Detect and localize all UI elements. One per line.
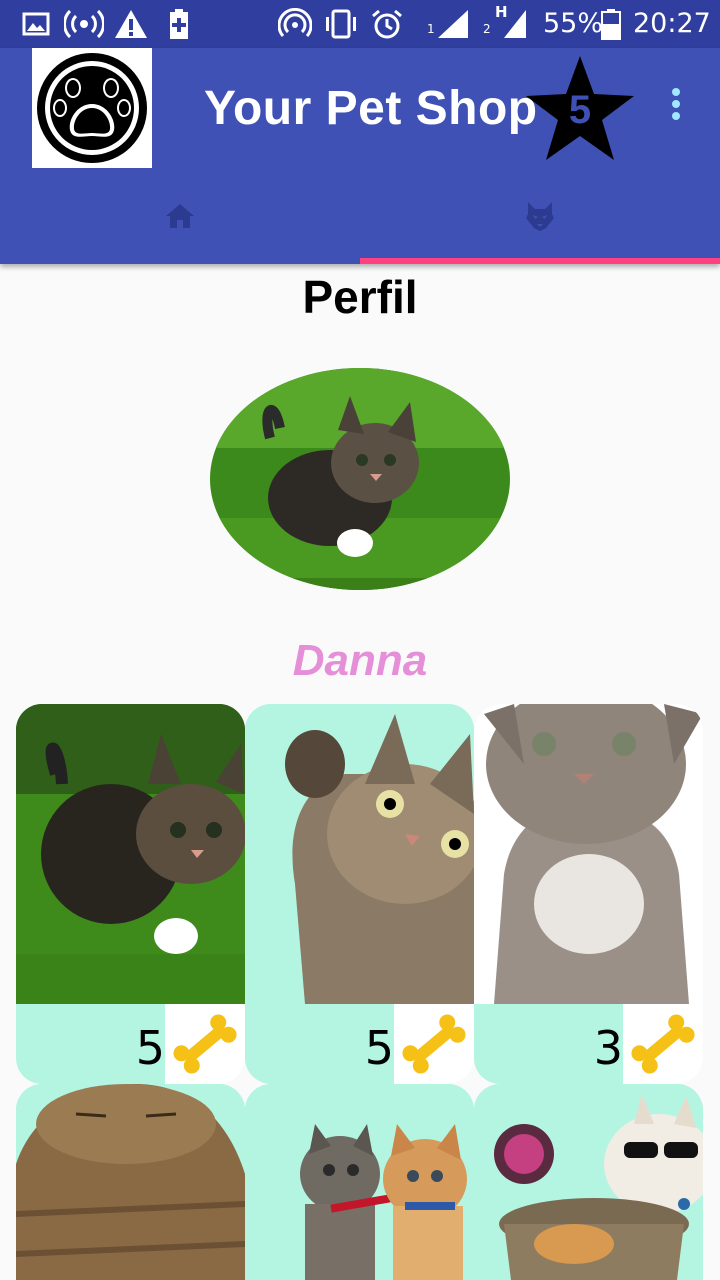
card-price: 5 (364, 1021, 394, 1075)
bone-icon-box (623, 1004, 703, 1084)
tab-home[interactable] (0, 184, 360, 264)
two-kittens-with-collars-photo (245, 1084, 474, 1280)
profile-photo[interactable] (210, 368, 510, 590)
pet-card[interactable]: 3 (474, 704, 703, 1084)
battery-plus-icon (170, 9, 188, 39)
status-bar: 1 2 H 55% 20:27 (0, 0, 720, 48)
kitten-in-grass-photo (16, 704, 245, 1004)
pet-card[interactable] (245, 1084, 474, 1280)
wolf-icon (526, 202, 554, 231)
battery-icon (601, 9, 621, 40)
paw-icon (37, 53, 147, 163)
grey-tabby-kitten-photo (474, 704, 703, 1004)
selected-tab-indicator (360, 258, 720, 264)
vibrate-icon (326, 9, 356, 39)
pet-card[interactable]: 5 (16, 704, 245, 1084)
cat-waving-paw-photo (245, 704, 474, 1004)
pet-card[interactable]: 5 (245, 704, 474, 1084)
card-price: 5 (135, 1021, 165, 1075)
gallery-icon (22, 12, 50, 36)
clock: 20:27 (633, 8, 711, 39)
bone-icon (402, 1014, 466, 1074)
alarm-icon (372, 9, 402, 39)
signal-icon (504, 10, 526, 38)
menu-dot-icon (672, 100, 680, 108)
overflow-menu-button[interactable] (660, 84, 692, 124)
menu-dot-icon (672, 88, 680, 96)
wifi-icon (278, 8, 312, 37)
battery-percent: 55% (543, 8, 604, 39)
home-icon (166, 204, 194, 228)
points-count: 5 (568, 88, 592, 132)
bone-icon (631, 1014, 695, 1074)
warning-icon (115, 10, 147, 38)
bone-icon (173, 1014, 237, 1074)
menu-dot-icon (672, 112, 680, 120)
page-title: Perfil (302, 271, 418, 323)
kitten-photo (210, 368, 510, 590)
signal-icon (438, 10, 468, 38)
sim1-label: 1 (427, 22, 435, 36)
app-title: Your Pet Shop (204, 82, 538, 135)
app-logo[interactable] (32, 48, 152, 168)
bone-icon-box (165, 1004, 245, 1084)
sim2-label: 2 (483, 22, 491, 36)
tabby-cat-eyes-closed-photo (16, 1084, 245, 1280)
card-price: 3 (593, 1021, 623, 1075)
hotspot-icon (64, 9, 104, 39)
points-badge[interactable]: 5 (524, 54, 636, 166)
tab-pet-profile[interactable] (360, 184, 720, 264)
user-name: Danna (292, 636, 428, 685)
pet-card[interactable] (474, 1084, 703, 1280)
app-bar: Your Pet Shop 5 (0, 48, 720, 264)
cat-with-sunglasses-in-pot-photo (474, 1084, 703, 1280)
pet-card[interactable] (16, 1084, 245, 1280)
bone-icon-box (394, 1004, 474, 1084)
